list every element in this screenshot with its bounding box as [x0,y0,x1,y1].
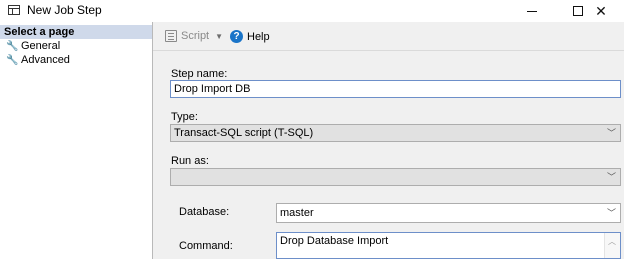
command-scrollbar[interactable]: ︿ [604,233,620,258]
page-selector-sidebar: Select a page 🔧 General 🔧 Advanced [0,22,153,259]
chevron-down-icon: ﹀ [606,128,616,138]
close-button[interactable]: ✕ [578,0,624,22]
toolbar: Script ▼ ? Help [153,22,624,51]
minimize-button[interactable] [509,0,555,22]
sidebar-item-label: Advanced [21,54,70,66]
main-panel: Script ▼ ? Help Step name: Drop Import D… [153,22,624,259]
type-select[interactable]: Transact-SQL script (T-SQL) ﹀ [170,124,621,142]
command-label: Command: [179,240,233,252]
wrench-icon: 🔧 [6,54,19,66]
database-label: Database: [179,206,230,218]
help-button[interactable]: ? Help [230,30,270,43]
command-text: Drop Database Import [280,235,389,247]
database-select-value: master [280,207,314,219]
database-select[interactable]: master ﹀ [276,203,621,223]
run-as-select[interactable]: ﹀ [170,168,621,186]
window-title: New Job Step [27,3,102,17]
wrench-icon: 🔧 [6,40,19,52]
sidebar-item-general[interactable]: 🔧 General [6,40,60,53]
run-as-label: Run as: [171,155,209,167]
scroll-up-icon[interactable]: ︿ [608,235,616,248]
sidebar-header: Select a page [0,25,152,39]
command-textarea[interactable]: Drop Database Import ︿ [276,232,621,259]
close-icon: ✕ [595,2,607,19]
step-name-label: Step name: [171,68,228,80]
script-button[interactable]: Script ▼ [165,30,223,42]
sidebar-item-advanced[interactable]: 🔧 Advanced [6,54,70,67]
minimize-icon [527,10,537,12]
help-label: Help [247,30,270,43]
type-label: Type: [171,111,198,123]
script-label: Script [181,30,210,42]
sidebar-item-label: General [21,40,61,52]
title-bar: New Job Step ✕ [0,0,624,22]
type-select-value: Transact-SQL script (T-SQL) [174,127,314,139]
chevron-down-icon[interactable]: ▼ [215,32,223,41]
script-icon [165,30,177,42]
chevron-down-icon: ﹀ [606,172,616,182]
window-icon [8,5,20,15]
help-icon: ? [230,30,243,43]
step-name-input[interactable]: Drop Import DB [170,80,621,98]
chevron-down-icon: ﹀ [606,208,616,218]
